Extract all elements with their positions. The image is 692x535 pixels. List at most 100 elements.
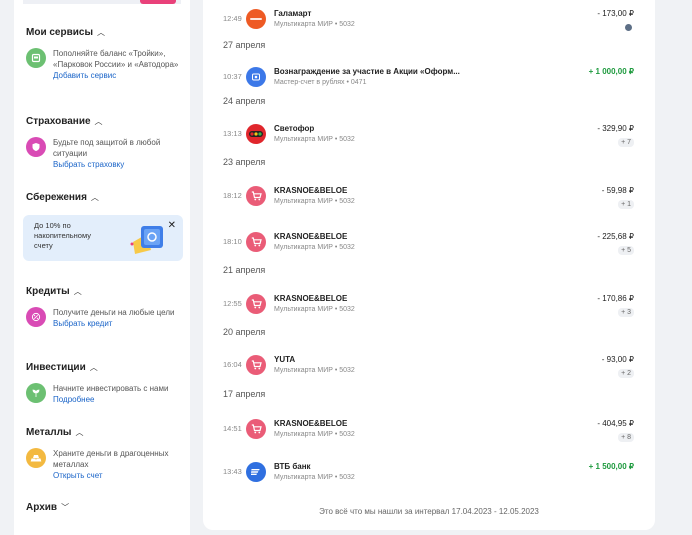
transaction-amount: + 1 500,00 ₽ [588, 462, 634, 471]
transaction-amount: + 1 000,00 ₽ [588, 67, 634, 76]
savings-promo-text: До 10% по накопительному счету [34, 221, 91, 250]
insurance-section: Будьте под защитой в любой ситуации Выбр… [26, 137, 186, 170]
transaction-merchant: Вознаграждение за участие в Акции «Оформ… [274, 67, 460, 76]
sprout-icon [26, 383, 46, 403]
traffic-light-icon [246, 124, 266, 144]
cart-icon [246, 232, 266, 252]
sidebar-top-card[interactable] [23, 0, 181, 4]
galamart-logo-icon [246, 9, 266, 29]
transaction-account: Мультикарта МИР • 5032 [274, 21, 355, 28]
services-title: Мои сервисы [26, 27, 93, 38]
transaction-row[interactable]: 10:37 Вознаграждение за участие в Акции … [203, 64, 655, 104]
savings-section-toggle[interactable]: Сбережения ︿ [26, 192, 99, 203]
investments-text: Начните инвестировать с нами [53, 384, 169, 393]
chevron-up-icon: ︿ [73, 287, 82, 296]
transaction-amount: - 170,86 ₽ [597, 294, 634, 303]
search-interval-note: Это всё что мы нашли за интервал 17.04.2… [319, 507, 539, 516]
transaction-time: 18:12 [223, 191, 242, 200]
transaction-merchant: KRASNOE&BELOE [274, 419, 348, 428]
cart-icon [246, 186, 266, 206]
date-header: 17 апреля [223, 389, 266, 399]
cashback-badge: + 2 [618, 369, 634, 378]
shield-icon [26, 137, 46, 157]
cashback-badge: + 8 [618, 433, 634, 442]
transaction-row[interactable]: 18:10 KRASNOE&BELOE Мультикарта МИР • 50… [203, 229, 655, 269]
archive-section-toggle[interactable]: Архив ﹀ [26, 502, 69, 513]
sidebar: Мои сервисы ︿ Пополняйте баланс «Тройки»… [14, 0, 190, 535]
chevron-up-icon: ︿ [89, 363, 98, 372]
investments-section-toggle[interactable]: Инвестиции ︿ [26, 362, 98, 373]
transaction-merchant: KRASNOE&BELOE [274, 232, 348, 241]
cart-icon [246, 355, 266, 375]
insurance-text: Будьте под защитой в любой ситуации [53, 138, 161, 158]
metals-text: Храните деньги в драгоценных металлах [53, 449, 169, 469]
transaction-time: 16:04 [223, 360, 242, 369]
transaction-merchant: KRASNOE&BELOE [274, 186, 348, 195]
safe-illustration-icon [129, 220, 169, 258]
transaction-account: Мультикарта МИР • 5032 [274, 198, 355, 205]
transaction-merchant: Галамарт [274, 9, 312, 18]
date-header: 20 апреля [223, 327, 266, 337]
cashback-badge: + 7 [618, 138, 634, 147]
investments-section: Начните инвестировать с нами Подробнее [26, 383, 186, 405]
add-service-link[interactable]: Добавить сервис [53, 70, 186, 81]
transaction-account: Мультикарта МИР • 5032 [274, 431, 355, 438]
services-text: Пополняйте баланс «Тройки», «Парковок Ро… [53, 49, 179, 69]
transaction-time: 10:37 [223, 72, 242, 81]
transaction-row[interactable]: 12:55 KRASNOE&BELOE Мультикарта МИР • 50… [203, 291, 655, 331]
category-dot-icon [625, 24, 632, 31]
date-header: 23 апреля [223, 157, 266, 167]
savings-promo-banner[interactable]: До 10% по накопительному счету ✕ [23, 215, 183, 261]
investments-more-link[interactable]: Подробнее [53, 394, 168, 405]
transaction-account: Мастер-счет в рублях • 0471 [274, 79, 367, 86]
transaction-account: Мультикарта МИР • 5032 [274, 474, 355, 481]
chevron-up-icon: ︿ [94, 117, 103, 126]
percent-icon [26, 307, 46, 327]
transaction-row[interactable]: 13:13 Светофор Мультикарта МИР • 5032 - … [203, 121, 655, 161]
chevron-up-icon: ︿ [97, 28, 105, 37]
credits-section-toggle[interactable]: Кредиты ︿ [26, 286, 82, 297]
transaction-time: 13:43 [223, 467, 242, 476]
cart-icon [246, 294, 266, 314]
transaction-row[interactable]: 16:04 YUTA Мультикарта МИР • 5032 - 93,0… [203, 352, 655, 392]
choose-insurance-link[interactable]: Выбрать страховку [53, 159, 186, 170]
transaction-row[interactable]: 18:12 KRASNOE&BELOE Мультикарта МИР • 50… [203, 183, 655, 223]
cashback-badge: + 3 [618, 308, 634, 317]
transactions-panel: 12:49 Галамарт Мультикарта МИР • 5032 - … [203, 0, 655, 530]
transaction-amount: - 173,00 ₽ [597, 9, 634, 18]
transaction-row[interactable]: 13:43 ВТБ банк Мультикарта МИР • 5032 + … [203, 459, 655, 499]
transaction-account: Мультикарта МИР • 5032 [274, 367, 355, 374]
date-header: 27 апреля [223, 40, 266, 50]
date-header: 24 апреля [223, 96, 266, 106]
transaction-time: 12:49 [223, 14, 242, 23]
services-section-toggle[interactable]: Мои сервисы ︿ [26, 27, 105, 38]
transaction-time: 12:55 [223, 299, 242, 308]
cart-icon [246, 419, 266, 439]
transaction-amount: - 59,98 ₽ [601, 186, 634, 195]
transaction-amount: - 329,90 ₽ [597, 124, 634, 133]
date-header: 21 апреля [223, 265, 266, 275]
transaction-merchant: KRASNOE&BELOE [274, 294, 348, 303]
transaction-time: 18:10 [223, 237, 242, 246]
transaction-account: Мультикарта МИР • 5032 [274, 244, 355, 251]
transaction-account: Мультикарта МИР • 5032 [274, 306, 355, 313]
open-metal-account-link[interactable]: Открыть счет [53, 470, 186, 481]
promo-close-icon[interactable]: ✕ [168, 220, 176, 231]
insurance-title: Страхование [26, 116, 91, 127]
transaction-merchant: ВТБ банк [274, 462, 311, 471]
vtb-logo-icon [246, 462, 266, 482]
chevron-up-icon: ︿ [75, 428, 84, 437]
credits-title: Кредиты [26, 286, 70, 297]
choose-credit-link[interactable]: Выбрать кредит [53, 318, 174, 329]
metals-title: Металлы [26, 427, 72, 438]
insurance-section-toggle[interactable]: Страхование ︿ [26, 116, 103, 127]
investments-title: Инвестиции [26, 362, 86, 373]
transaction-row[interactable]: 14:51 KRASNOE&BELOE Мультикарта МИР • 50… [203, 416, 655, 456]
archive-title: Архив [26, 502, 58, 513]
gold-bars-icon [26, 448, 46, 468]
metals-section: Храните деньги в драгоценных металлах От… [26, 448, 186, 481]
transaction-row[interactable]: 12:49 Галамарт Мультикарта МИР • 5032 - … [203, 6, 655, 46]
gift-icon [246, 67, 266, 87]
metals-section-toggle[interactable]: Металлы ︿ [26, 427, 83, 438]
credits-section: Получите деньги на любые цели Выбрать кр… [26, 307, 186, 329]
